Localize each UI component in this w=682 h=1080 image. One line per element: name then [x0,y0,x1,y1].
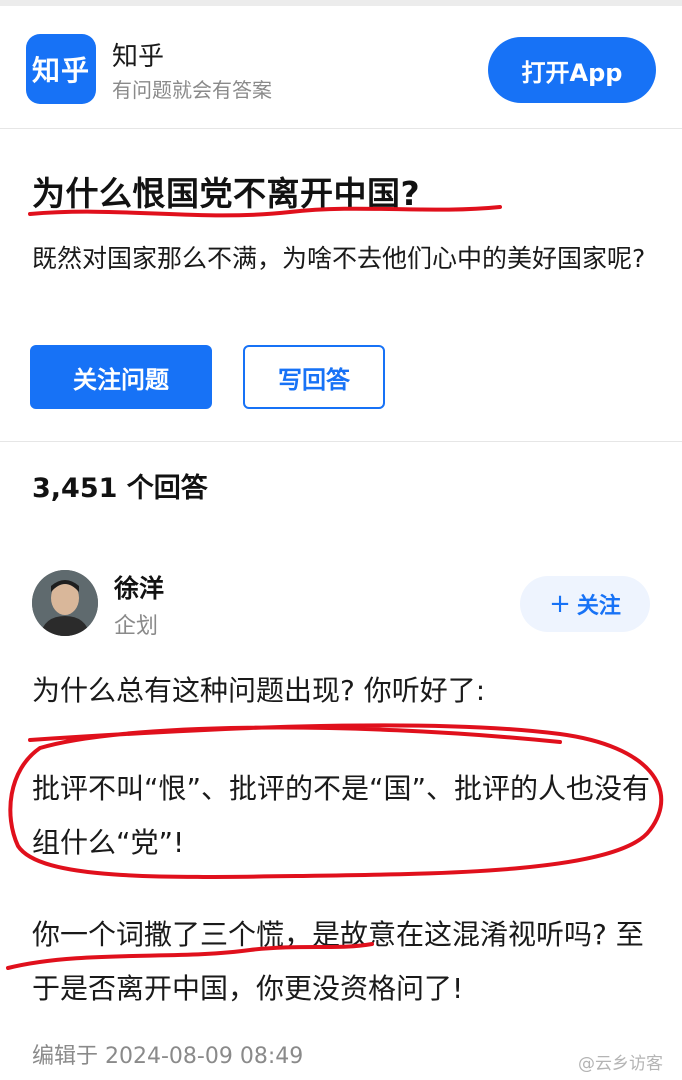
avatar[interactable] [32,570,98,636]
question-title[interactable]: 为什么恨国党不离开中国? [32,167,420,215]
question-description: 既然对国家那么不满，为啥不去他们心中的美好国家呢? [32,244,646,273]
zhihu-logo[interactable]: 知乎 [26,34,96,104]
answer-paragraph: 你一个词撒了三个慌，是故意在这混淆视听吗? 至于是否离开中国，你更没资格问了! [32,918,644,1005]
question-card: 为什么恨国党不离开中国? 既然对国家那么不满，为啥不去他们心中的美好国家呢? 关… [0,128,682,442]
app-slogan: 有问题就会有答案 [112,78,272,102]
app-download-banner: 知乎 知乎 有问题就会有答案 打开App [0,10,682,128]
edit-timestamp: 编辑于 2024-08-09 08:49 [32,1044,304,1069]
follow-question-button[interactable]: 关注问题 [30,345,212,409]
plus-icon: + [549,589,571,619]
answer-paragraph: 为什么总有这种问题出现? 你听好了: [32,674,486,707]
answer-count: 3,451 个回答 [32,473,208,504]
author-name[interactable]: 徐洋 [114,569,164,605]
write-answer-button[interactable]: 写回答 [243,345,385,409]
avatar-photo-icon [32,570,98,636]
follow-author-label: 关注 [576,594,621,619]
app-name: 知乎 [112,42,165,72]
open-app-button[interactable]: 打开App [488,37,656,103]
author-headline: 企划 [114,614,159,639]
follow-author-button[interactable]: + 关注 [520,576,650,632]
answer-paragraph: 批评不叫“恨”、批评的不是“国”、批评的人也没有组什么“党”! [32,772,651,859]
watermark: @云乡访客 [578,1054,663,1074]
top-divider [0,0,682,6]
